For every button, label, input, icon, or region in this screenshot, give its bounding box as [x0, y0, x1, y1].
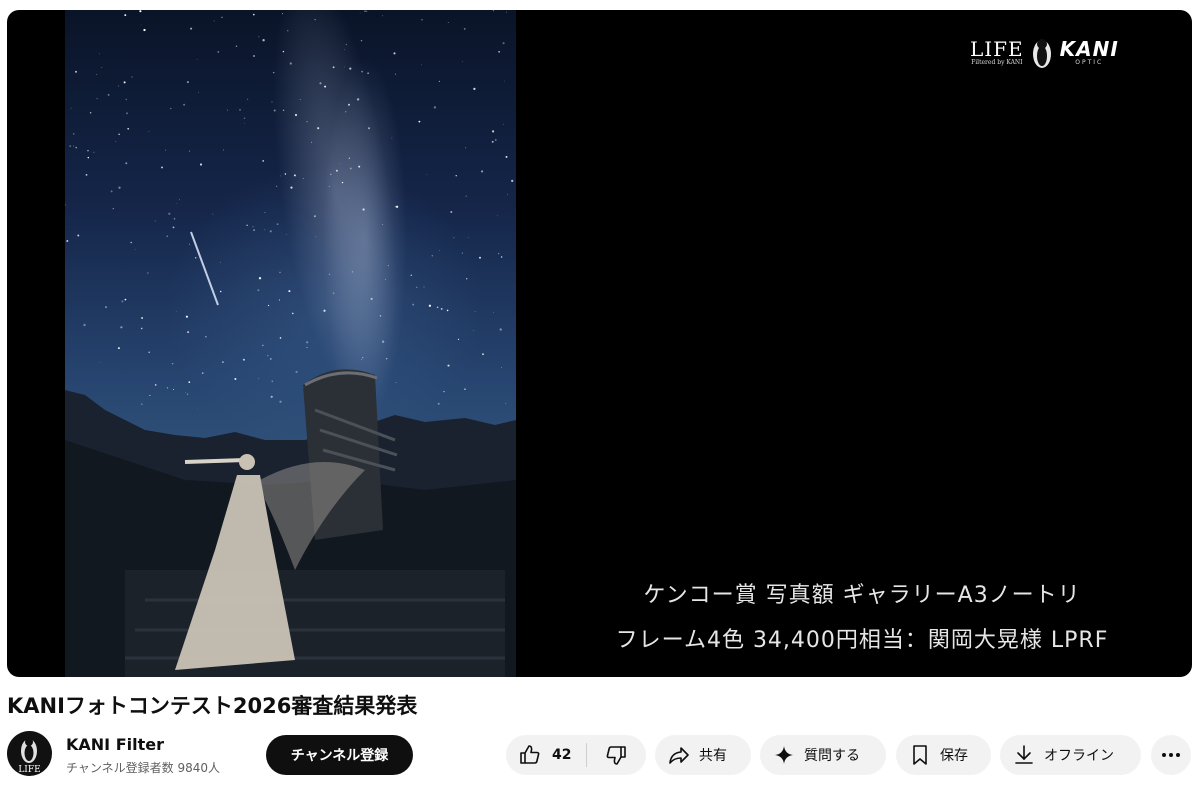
svg-text:LIFE: LIFE [18, 765, 40, 775]
like-icon [518, 743, 542, 767]
video-caption-line2: フレーム4色 34,400円相当：関岡大晃様 LPRF [615, 628, 1109, 653]
video-player[interactable]: LIFE Filtered by KANI KANI OPTIC ケンコー賞 写… [7, 10, 1192, 677]
penguin-icon [1032, 39, 1051, 68]
sparkle-icon [772, 743, 796, 767]
video-caption-line1: ケンコー賞 写真額 ギャラリーA3ノートリ [643, 583, 1081, 608]
bookmark-icon [908, 743, 932, 767]
kani-logo: KANI OPTIC [1059, 37, 1119, 66]
more-actions-button[interactable] [1151, 735, 1191, 775]
save-button[interactable]: 保存 [896, 735, 991, 775]
subscribe-button[interactable]: チャンネル登録 [266, 735, 413, 775]
ask-button[interactable]: 質問する [760, 735, 886, 775]
channel-avatar[interactable]: LIFE [7, 731, 52, 776]
video-frame-photo [65, 10, 516, 677]
like-button[interactable]: 42 [506, 735, 586, 775]
like-count: 42 [552, 747, 572, 763]
offline-download-button[interactable]: オフライン [1000, 735, 1141, 775]
download-icon [1012, 743, 1036, 767]
channel-name[interactable]: KANI Filter [66, 735, 164, 754]
share-icon [667, 743, 691, 767]
life-logo: LIFE Filtered by KANI [970, 37, 1024, 66]
like-dislike-group: 42 [506, 735, 646, 775]
dislike-icon [604, 743, 628, 767]
channel-watermark: LIFE Filtered by KANI KANI OPTIC [964, 27, 1146, 79]
share-button[interactable]: 共有 [655, 735, 751, 775]
dislike-button[interactable] [587, 735, 645, 775]
video-title: KANIフォトコンテスト2026審査結果発表 [7, 694, 418, 718]
more-icon [1159, 743, 1183, 767]
subscriber-count: チャンネル登録者数 9840人 [66, 761, 220, 775]
